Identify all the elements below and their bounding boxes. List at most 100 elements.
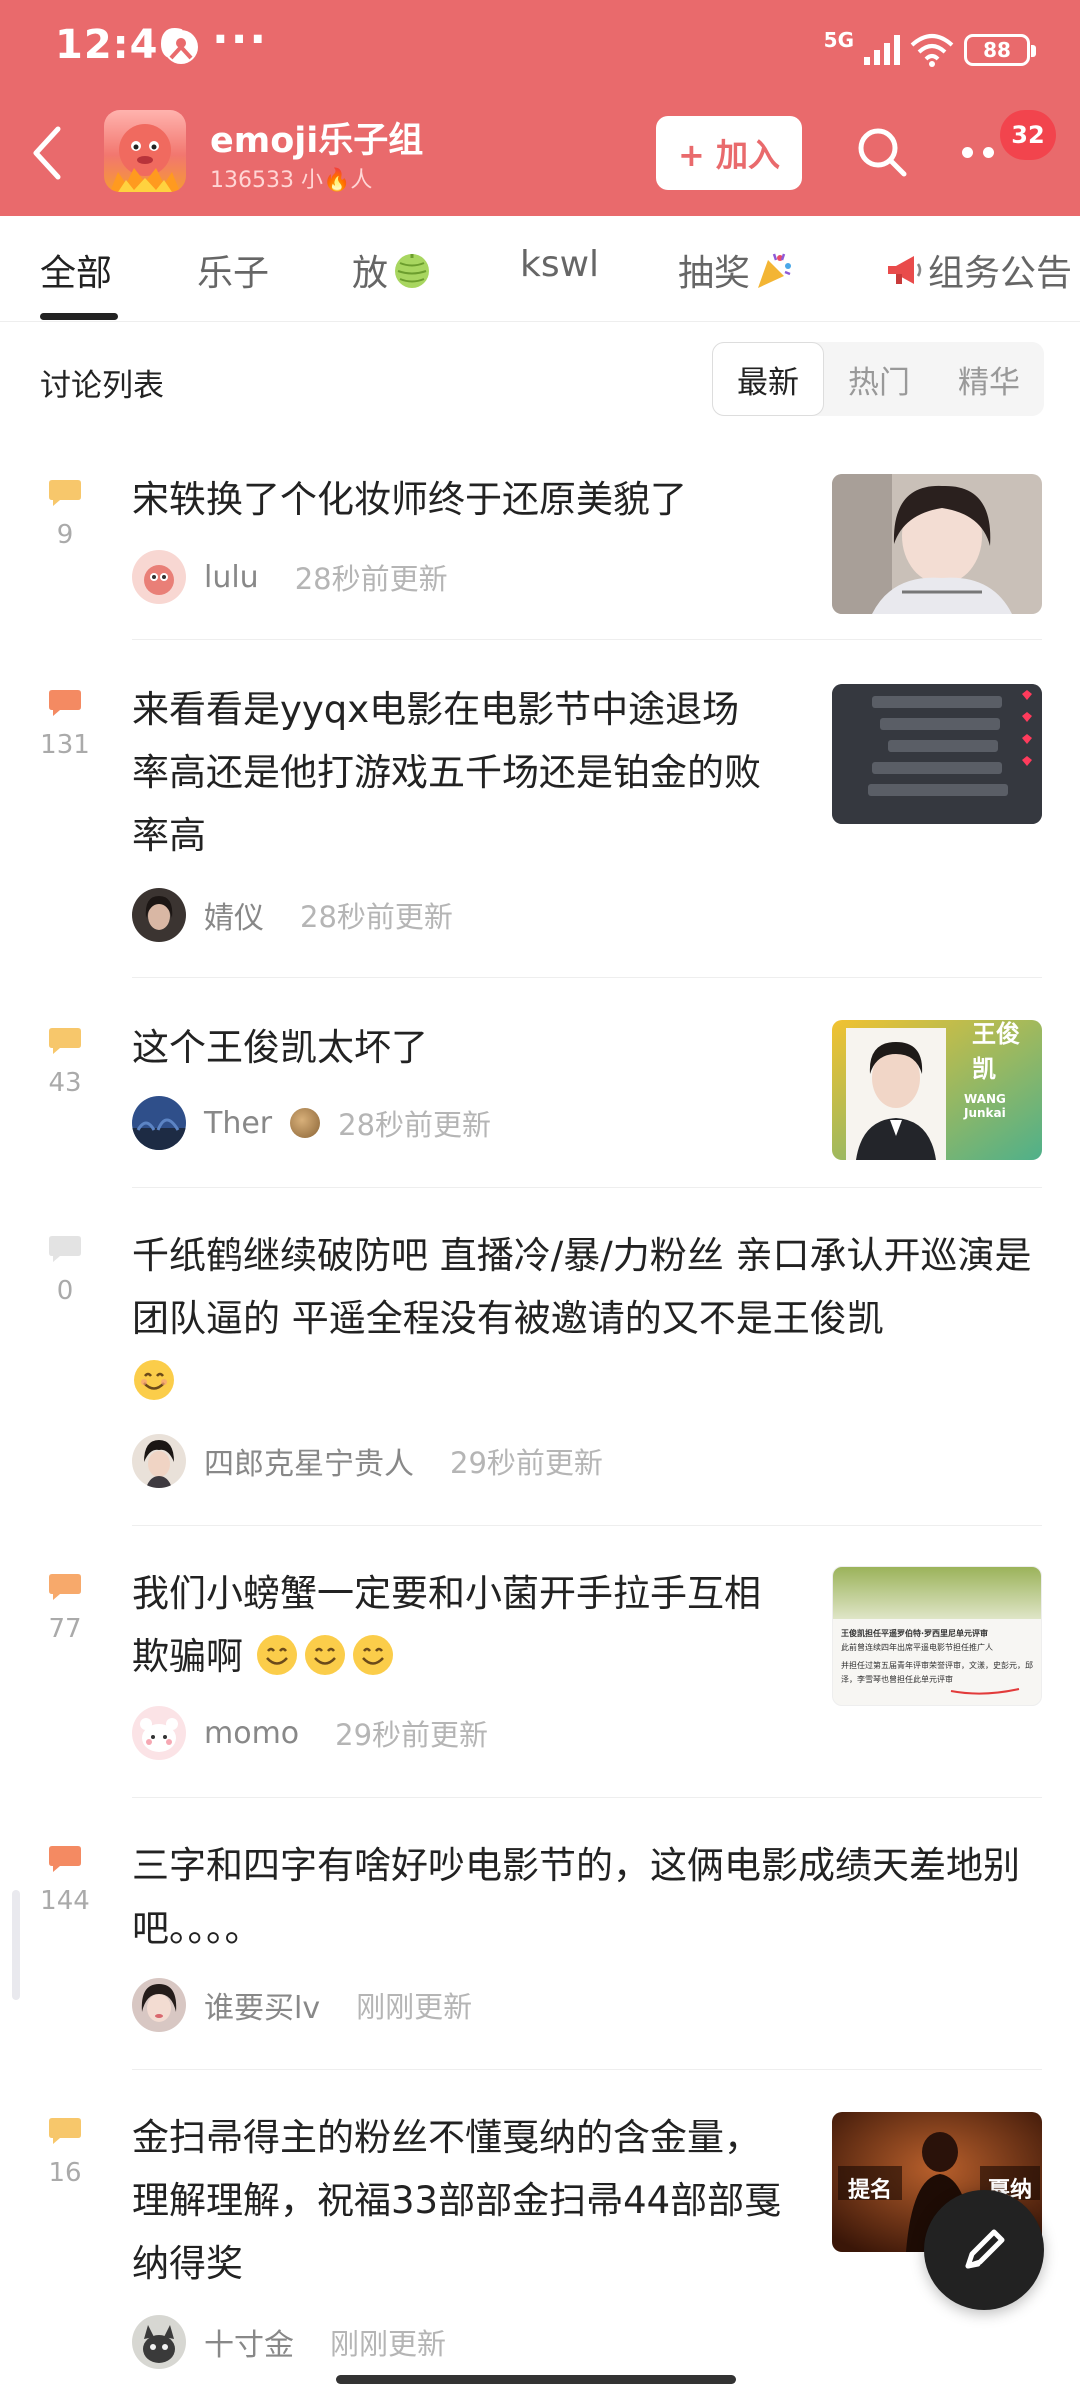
notification-badge[interactable]: 32: [1000, 110, 1056, 160]
tab-lottery[interactable]: 抽奖: [678, 244, 794, 296]
avatar-image: [132, 550, 186, 604]
smile-emoji-icon: [304, 1635, 345, 1675]
chevron-left-icon: [33, 126, 61, 180]
avatar[interactable]: [132, 888, 186, 942]
smile-emoji-icon: [256, 1635, 297, 1675]
avatar[interactable]: [132, 1096, 186, 1150]
list-item[interactable]: 16 金扫帚得主的粉丝不懂戛纳的含金量，理解理解，祝福33部部金扫帚44部部戛纳…: [0, 2070, 1080, 2400]
tab-all[interactable]: 全部: [40, 244, 112, 296]
comment-icon: [49, 1574, 81, 1600]
group-avatar[interactable]: [104, 110, 186, 192]
avatar-image: [132, 888, 186, 942]
list-item[interactable]: 43 这个王俊凯太坏了 Ther 28秒前更新 WANG Junkai 王俊凯: [0, 978, 1080, 1188]
post-thumbnail[interactable]: [832, 684, 1042, 824]
sort-featured[interactable]: 精华: [934, 342, 1044, 416]
avatar[interactable]: [132, 550, 186, 604]
thumbnail-caption-line: 此前曾连续四年出席平遥电影节担任推广人: [841, 1643, 993, 1652]
pen-icon: [965, 2229, 1005, 2269]
avatar[interactable]: [132, 1978, 186, 2032]
post-time: 28秒前更新: [338, 1108, 492, 1142]
thumbnail-caption-line: 并担任过第五届青年评审荣誉评审，文漾，史彭元，邱泽，李雪琴也曾担任此单元评审: [841, 1661, 1033, 1684]
author-name: 十寸金: [204, 2328, 294, 2363]
comment-icon: [49, 2118, 81, 2144]
more-dot-icon: [962, 146, 973, 158]
post-time: 刚刚更新: [356, 1990, 473, 2024]
list-item[interactable]: 77 我们小螃蟹一定要和小菌开手拉手互相欺骗啊 momo 29秒前更新 王俊凯担…: [0, 1526, 1080, 1798]
join-button[interactable]: + 加入: [656, 116, 802, 190]
thumbnail-name-latin: WANG Junkai: [964, 1092, 1006, 1120]
avatar[interactable]: [132, 2315, 186, 2369]
post-author[interactable]: 谁要买lv 刚刚更新: [132, 1978, 472, 2032]
author-name: lulu: [204, 559, 259, 595]
sort-latest[interactable]: 最新: [712, 342, 824, 416]
group-avatar-image: [110, 124, 180, 192]
list-item[interactable]: 144 三字和四字有啥好吵电影节的，这俩电影成绩天差地别吧。。。。 谁要买lv …: [0, 1798, 1080, 2070]
thumbnail-caption-line: 王俊凯担任平遥罗伯特·罗西里尼单元评审: [841, 1629, 989, 1638]
tab-fun[interactable]: 乐子: [197, 244, 269, 296]
post-author[interactable]: lulu 28秒前更新: [132, 550, 448, 604]
post-author[interactable]: 四郎克星宁贵人 29秒前更新: [132, 1434, 603, 1488]
post-thumbnail[interactable]: [832, 474, 1042, 614]
post-title[interactable]: 我们小螃蟹一定要和小菌开手拉手互相欺骗啊: [132, 1562, 782, 1688]
list-item[interactable]: 131 来看看是yyqx电影在电影节中途退场率高还是他打游戏五千场还是铂金的败率…: [0, 640, 1080, 978]
post-author[interactable]: Ther 28秒前更新: [132, 1096, 491, 1150]
avatar[interactable]: [132, 1706, 186, 1760]
post-title[interactable]: 来看看是yyqx电影在电影节中途退场率高还是他打游戏五千场还是铂金的败率高: [132, 678, 772, 867]
post-title[interactable]: 千纸鹤继续破防吧 直播冷/暴/力粉丝 亲口承认开巡演是团队逼的 平遥全程没有被邀…: [132, 1224, 1032, 1413]
more-button[interactable]: [962, 140, 1006, 164]
tab-label: 抽奖: [678, 253, 751, 294]
comment-icon: [49, 1846, 81, 1872]
signal-icon: [864, 35, 900, 65]
thumbnail-caption: 王俊凯担任平遥罗伯特·罗西里尼单元评审 此前曾连续四年出席平遥电影节担任推广人 …: [841, 1627, 1037, 1687]
thumbnail-text-left: 提名: [848, 2178, 893, 2203]
post-author[interactable]: 十寸金 刚刚更新: [132, 2315, 446, 2369]
post-thumbnail[interactable]: 王俊凯担任平遥罗伯特·罗西里尼单元评审 此前曾连续四年出席平遥电影节担任推广人 …: [832, 1566, 1042, 1706]
tab-label: 乐子: [197, 253, 270, 294]
post-author[interactable]: 婧仪 28秒前更新: [132, 888, 453, 942]
scroll-indicator: [12, 1890, 20, 2000]
tab-melon[interactable]: 放: [352, 244, 432, 296]
post-thumbnail[interactable]: WANG Junkai 王俊凯: [832, 1020, 1042, 1160]
party-popper-icon: [758, 253, 792, 288]
post-time: 28秒前更新: [294, 562, 448, 596]
home-indicator[interactable]: [336, 2375, 736, 2384]
post-title[interactable]: 三字和四字有啥好吵电影节的，这俩电影成绩天差地别吧。。。。: [132, 1834, 1032, 1960]
post-time: 28秒前更新: [300, 900, 453, 934]
network-label: 5G: [823, 28, 854, 52]
post-title[interactable]: 这个王俊凯太坏了: [132, 1016, 812, 1079]
sort-hot[interactable]: 热门: [824, 342, 934, 416]
post-title-text: 千纸鹤继续破防吧 直播冷/暴/力粉丝 亲口承认开巡演是团队逼的 平遥全程没有被邀…: [132, 1234, 1032, 1340]
group-header: 12:46 ··· 5G 88 emoji乐子组 136533 小🔥人 + 加入…: [0, 0, 1080, 216]
post-title[interactable]: 宋轶换了个化妆师终于还原美貌了: [132, 468, 812, 531]
group-name: emoji乐子组: [210, 121, 424, 161]
tab-label: 组务公告: [928, 253, 1073, 294]
discussion-list-title: 讨论列表: [40, 368, 164, 404]
search-button[interactable]: [852, 122, 912, 182]
author-name: Ther: [204, 1105, 273, 1141]
list-item[interactable]: 0 千纸鹤继续破防吧 直播冷/暴/力粉丝 亲口承认开巡演是团队逼的 平遥全程没有…: [0, 1188, 1080, 1526]
comment-count: 9: [56, 520, 74, 550]
comment-count: 77: [48, 1614, 82, 1644]
compose-post-button[interactable]: [924, 2190, 1044, 2310]
post-title[interactable]: 金扫帚得主的粉丝不懂戛纳的含金量，理解理解，祝福33部部金扫帚44部部戛纳得奖: [132, 2106, 792, 2295]
active-tab-indicator: [40, 313, 118, 320]
list-item[interactable]: 9 宋轶换了个化妆师终于还原美貌了 lulu 28秒前更新: [0, 440, 1080, 640]
comment-icon: [49, 1028, 81, 1054]
battery-icon: 88: [964, 34, 1036, 66]
more-notifications-icon: ···: [212, 14, 269, 65]
melon-icon: [395, 254, 430, 288]
back-button[interactable]: [30, 118, 80, 188]
tab-kswl[interactable]: kswl: [520, 244, 599, 285]
more-dot-icon: [983, 146, 994, 158]
post-author[interactable]: momo 29秒前更新: [132, 1706, 488, 1760]
thumbnail-image: [832, 474, 1042, 614]
tab-announcements[interactable]: 组务公告: [884, 244, 1072, 296]
category-tabs: 全部 乐子 放 kswl 抽奖 组务公告: [0, 216, 1080, 322]
avatar-image: [132, 1434, 186, 1488]
comment-icon: [49, 1236, 81, 1262]
author-name: 谁要买lv: [204, 1991, 321, 2026]
search-icon: [858, 128, 907, 177]
user-badge-icon: [290, 1108, 321, 1138]
avatar[interactable]: [132, 1434, 186, 1488]
tab-label: kswl: [520, 244, 600, 285]
